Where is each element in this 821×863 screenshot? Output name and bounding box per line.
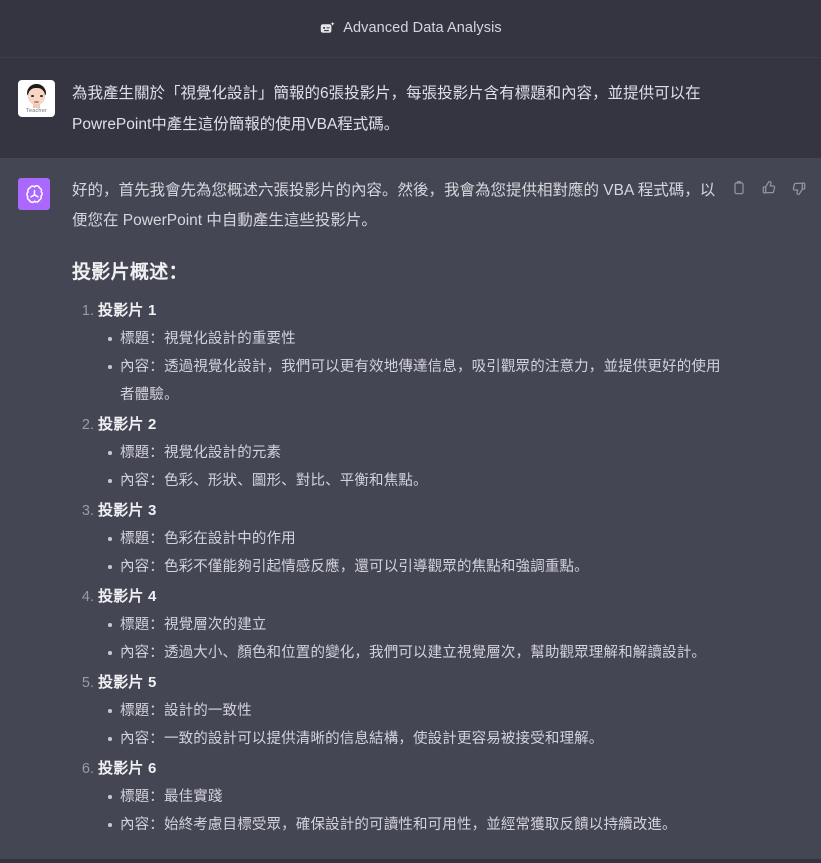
list-item: 投影片 2 標題：視覺化設計的元素 內容：色彩、形狀、圖形、對比、平衡和焦點。 (74, 411, 723, 495)
slide-bullets: 標題：設計的一致性 內容：一致的設計可以提供清晰的信息結構，使設計更容易被接受和… (98, 697, 723, 753)
slide-bullet: 內容：一致的設計可以提供清晰的信息結構，使設計更容易被接受和理解。 (108, 725, 723, 753)
list-item: 投影片 1 標題：視覺化設計的重要性 內容：透過視覺化設計，我們可以更有效地傳達… (74, 297, 723, 409)
slide-bullet: 標題：設計的一致性 (108, 697, 723, 725)
slide-title: 投影片 3 (98, 501, 157, 519)
copy-icon[interactable] (731, 180, 747, 196)
assistant-message-body: 好的，首先我會先為您概述六張投影片的內容。然後，我會為您提供相對應的 VBA 程… (72, 176, 803, 841)
slide-title: 投影片 5 (98, 673, 157, 691)
user-message-text: 為我產生關於「視覺化設計」簡報的6張投影片，每張投影片含有標題和內容，並提供可以… (72, 85, 701, 133)
user-avatar-column: Teacher (18, 78, 72, 140)
assistant-intro-text: 好的，首先我會先為您概述六張投影片的內容。然後，我會為您提供相對應的 VBA 程… (72, 182, 716, 229)
slide-bullet: 標題：視覺化設計的重要性 (108, 325, 723, 353)
slide-bullets: 標題：視覺層次的建立 內容：透過大小、顏色和位置的變化，我們可以建立視覺層次，幫… (98, 611, 723, 667)
app-header: Advanced Data Analysis (0, 0, 821, 58)
slide-bullet: 標題：最佳實踐 (108, 783, 723, 811)
user-message-turn: Teacher 為我產生關於「視覺化設計」簡報的6張投影片，每張投影片含有標題和… (0, 58, 821, 158)
list-item: 投影片 4 標題：視覺層次的建立 內容：透過大小、顏色和位置的變化，我們可以建立… (74, 583, 723, 667)
list-item: 投影片 5 標題：設計的一致性 內容：一致的設計可以提供清晰的信息結構，使設計更… (74, 669, 723, 753)
data-analysis-robot-icon (319, 20, 336, 37)
slides-overview-heading: 投影片概述： (72, 262, 188, 283)
slide-title: 投影片 6 (98, 759, 157, 777)
avatar-eye-right (40, 95, 43, 97)
slide-bullets: 標題：最佳實踐 內容：始終考慮目標受眾，確保設計的可讀性和可用性，並經常獲取反饋… (98, 783, 723, 839)
avatar-mouth (34, 101, 39, 103)
user-teacher-avatar: Teacher (18, 80, 55, 117)
slide-bullets: 標題：色彩在設計中的作用 內容：色彩不僅能夠引起情感反應，還可以引導觀眾的焦點和… (98, 525, 723, 581)
avatar-caption: Teacher (26, 108, 47, 114)
slide-bullet: 內容：始終考慮目標受眾，確保設計的可讀性和可用性，並經常獲取反饋以持續改進。 (108, 811, 723, 839)
slide-bullet: 標題：色彩在設計中的作用 (108, 525, 723, 553)
chat-app-window: Advanced Data Analysis Teacher 為我產生關於「視覺… (0, 0, 821, 863)
thumbs-down-icon[interactable] (791, 180, 807, 196)
slide-title: 投影片 1 (98, 301, 157, 319)
slide-bullets: 標題：視覺化設計的重要性 內容：透過視覺化設計，我們可以更有效地傳達信息，吸引觀… (98, 325, 723, 409)
slide-bullet: 內容：透過視覺化設計，我們可以更有效地傳達信息，吸引觀眾的注意力，並提供更好的使… (108, 353, 723, 409)
slide-title: 投影片 2 (98, 415, 157, 433)
assistant-message-turn: 好的，首先我會先為您概述六張投影片的內容。然後，我會為您提供相對應的 VBA 程… (0, 158, 821, 859)
assistant-avatar-column (18, 176, 72, 841)
user-message-body: 為我產生關於「視覺化設計」簡報的6張投影片，每張投影片含有標題和內容，並提供可以… (72, 78, 803, 140)
slide-title: 投影片 4 (98, 587, 157, 605)
slide-bullet: 內容：色彩不僅能夠引起情感反應，還可以引導觀眾的焦點和強調重點。 (108, 553, 723, 581)
slide-bullet: 標題：視覺層次的建立 (108, 611, 723, 639)
message-action-bar (731, 180, 807, 196)
slide-bullet: 內容：透過大小、顏色和位置的變化，我們可以建立視覺層次，幫助觀眾理解和解讀設計。 (108, 639, 723, 667)
slides-list: 投影片 1 標題：視覺化設計的重要性 內容：透過視覺化設計，我們可以更有效地傳達… (72, 297, 723, 839)
slide-bullet: 內容：色彩、形狀、圖形、對比、平衡和焦點。 (108, 467, 723, 495)
list-item: 投影片 6 標題：最佳實踐 內容：始終考慮目標受眾，確保設計的可讀性和可用性，並… (74, 755, 723, 839)
thumbs-up-icon[interactable] (761, 180, 777, 196)
slide-bullet: 標題：視覺化設計的元素 (108, 439, 723, 467)
app-title: Advanced Data Analysis (343, 20, 502, 37)
slide-bullets: 標題：視覺化設計的元素 內容：色彩、形狀、圖形、對比、平衡和焦點。 (98, 439, 723, 495)
openai-logo-icon (18, 178, 50, 210)
avatar-eye-left (31, 95, 34, 97)
list-item: 投影片 3 標題：色彩在設計中的作用 內容：色彩不僅能夠引起情感反應，還可以引導… (74, 497, 723, 581)
